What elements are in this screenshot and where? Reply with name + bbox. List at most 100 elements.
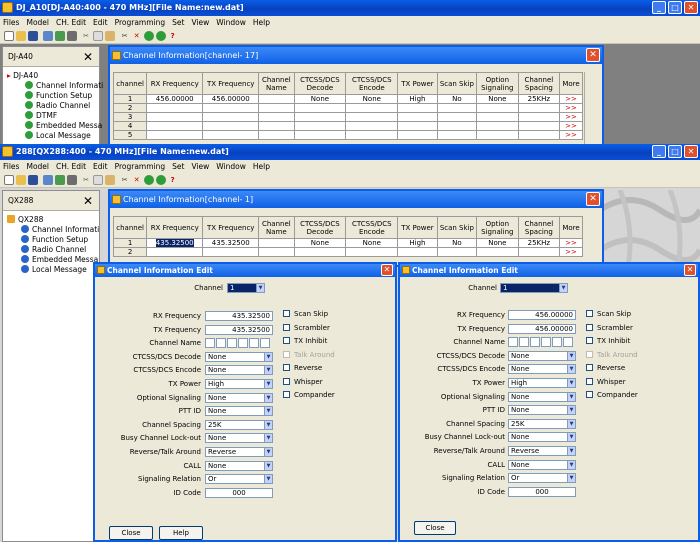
menu-view[interactable]: View [191, 162, 209, 171]
paste-icon[interactable] [105, 31, 116, 41]
menu-edit[interactable]: Edit [93, 18, 108, 27]
cell-rx-frequency[interactable] [146, 130, 204, 140]
table-row[interactable]: 2 >> [112, 247, 583, 257]
close-button[interactable]: Close [414, 521, 456, 535]
tree-item-embedded-message[interactable]: Embedded Messa [21, 255, 98, 265]
cell-scan-skip[interactable]: No [436, 94, 478, 104]
cell-scan-skip[interactable] [436, 247, 478, 257]
delete-icon[interactable]: ✕ [132, 31, 142, 41]
cell-channel-name[interactable] [258, 121, 295, 131]
cell-ctcss-encode[interactable]: None [345, 238, 399, 248]
cell-tx-power[interactable] [397, 130, 438, 140]
cell-channel-name[interactable] [258, 238, 295, 248]
cell-tx-power[interactable] [397, 247, 438, 257]
open-folder-icon[interactable] [16, 175, 26, 185]
cell-more[interactable]: >> [559, 238, 583, 248]
cell-rx-frequency[interactable] [146, 121, 204, 131]
channel-info-close-button[interactable]: ✕ [586, 192, 600, 206]
help-icon[interactable]: ? [168, 175, 178, 185]
cell-option-signaling[interactable] [476, 103, 519, 113]
cell-option-signaling[interactable] [476, 130, 519, 140]
cell-ctcss-decode[interactable]: None [293, 238, 347, 248]
cell-channel-spacing[interactable] [517, 112, 561, 122]
tree-item-radio-channel[interactable]: Radio Channel [25, 101, 90, 111]
tx-frequency-field[interactable]: 435.32500 [205, 324, 273, 335]
cut-icon[interactable]: ✂ [81, 31, 91, 41]
cell-scan-skip[interactable] [436, 112, 478, 122]
down-icon[interactable] [155, 31, 166, 41]
write-radio-icon[interactable] [54, 175, 65, 185]
tree-item-dtmf[interactable]: DTMF [25, 111, 57, 121]
channel-name-field[interactable] [508, 337, 573, 348]
busy-lockout-select[interactable]: None ▼ [205, 433, 273, 444]
cell-option-signaling[interactable] [476, 121, 519, 131]
cell-rx-frequency[interactable] [146, 103, 204, 113]
signaling-relation-select[interactable]: Or ▼ [508, 473, 576, 484]
read-radio-icon[interactable] [42, 175, 53, 185]
menu-ch-edit[interactable]: CH. Edit [56, 18, 86, 27]
menu-set[interactable]: Set [172, 162, 184, 171]
tree-close-icon[interactable]: ✕ [83, 47, 93, 67]
cell-more[interactable]: >> [559, 247, 583, 257]
ctcss-decode-select[interactable]: None ▼ [205, 351, 273, 362]
menu-model[interactable]: Model [26, 162, 49, 171]
cell-rx-frequency[interactable]: 435.32500 [146, 238, 204, 248]
menu-ch-edit[interactable]: CH. Edit [56, 162, 86, 171]
up-icon[interactable] [143, 31, 154, 41]
cell-ctcss-encode[interactable] [345, 121, 399, 131]
cell-ctcss-decode[interactable] [293, 121, 347, 131]
cell-scan-skip[interactable] [436, 103, 478, 113]
table-row[interactable]: 1 435.32500 435.32500 None None High No None 25K… [112, 238, 583, 248]
optional-signaling-select[interactable]: None ▼ [508, 391, 576, 402]
reverse-talkaround-select[interactable]: Reverse ▼ [205, 447, 273, 457]
cell-option-signaling[interactable] [476, 112, 519, 122]
edit-dialog-titlebar[interactable]: Channel Information Edit ✕ [400, 264, 698, 277]
cell-ctcss-encode[interactable] [345, 247, 399, 257]
tree-root[interactable]: QX288 [7, 215, 43, 225]
cell-channel[interactable]: 5 [112, 130, 148, 140]
cell-channel-spacing[interactable]: 25KHz [517, 238, 561, 248]
ctcss-encode-select[interactable]: None ▼ [508, 364, 576, 375]
cell-ctcss-decode[interactable] [293, 112, 347, 122]
tx-power-select[interactable]: High ▼ [508, 378, 576, 388]
selected-cell-text[interactable]: 435.32500 [155, 239, 194, 247]
ptt-id-select[interactable]: None ▼ [508, 405, 576, 416]
signaling-relation-select[interactable]: Or ▼ [205, 474, 273, 485]
cell-tx-frequency[interactable] [202, 130, 260, 140]
rx-frequency-field[interactable]: 435.32500 [205, 311, 273, 321]
whisper-checkbox[interactable]: Whisper [283, 377, 323, 387]
channel-spacing-select[interactable]: 25K ▼ [508, 418, 576, 429]
cell-tx-power[interactable] [397, 121, 438, 131]
minimize-button[interactable]: _ [652, 145, 666, 158]
tree-item-function-setup[interactable]: Function Setup [21, 235, 88, 245]
cell-channel-name[interactable] [258, 112, 295, 122]
save-icon[interactable] [28, 175, 38, 185]
maximize-button[interactable]: □ [668, 1, 682, 14]
tx-inhibit-checkbox[interactable]: TX Inhibit [586, 337, 630, 346]
cell-option-signaling[interactable]: None [476, 238, 519, 248]
cut-icon[interactable]: ✂ [81, 175, 91, 185]
reverse-talkaround-select[interactable]: Reverse ▼ [508, 446, 576, 456]
whisper-checkbox[interactable]: Whisper [586, 377, 626, 387]
minimize-button[interactable]: _ [652, 1, 666, 14]
tree-item-channel-info[interactable]: Channel Informati [25, 81, 103, 91]
compander-checkbox[interactable]: Compander [586, 391, 638, 400]
channel-select[interactable]: 1 ▼ [500, 283, 568, 293]
call-select[interactable]: None ▼ [205, 460, 273, 471]
table-row[interactable]: 4 >> [112, 121, 583, 131]
paste-icon[interactable] [105, 175, 116, 185]
tree-item-local-message[interactable]: Local Message [25, 131, 91, 141]
busy-lockout-select[interactable]: None ▼ [508, 432, 576, 443]
program-icon[interactable] [66, 175, 77, 185]
cell-scan-skip[interactable] [436, 130, 478, 140]
menu-edit[interactable]: Edit [93, 162, 108, 171]
cell-tx-power[interactable] [397, 103, 438, 113]
cell-tx-frequency[interactable]: 456.00000 [202, 94, 260, 104]
menu-view[interactable]: View [191, 18, 209, 27]
scrollbar[interactable] [584, 72, 598, 148]
tree-close-icon[interactable]: ✕ [83, 191, 93, 211]
cell-channel-spacing[interactable] [517, 103, 561, 113]
ctcss-encode-select[interactable]: None ▼ [205, 365, 273, 376]
menu-help[interactable]: Help [253, 162, 270, 171]
edit-dialog-close-icon[interactable]: ✕ [684, 264, 696, 276]
